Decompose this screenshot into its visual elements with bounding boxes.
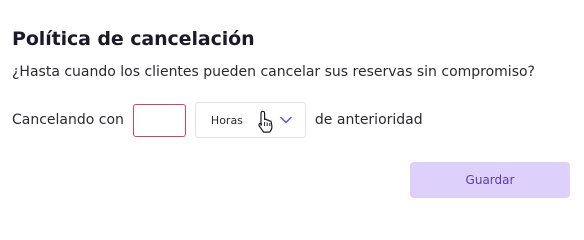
section-title: Política de cancelación — [12, 28, 255, 50]
save-button[interactable]: Guardar — [410, 162, 570, 198]
time-unit-selected-value: Horas — [210, 113, 243, 127]
cancel-prefix-label: Cancelando con — [12, 112, 124, 128]
hand-pointer-cursor-icon — [258, 110, 273, 133]
cancellation-row: Cancelando con Horas de anterioridad — [12, 102, 423, 138]
chevron-down-icon — [280, 116, 292, 124]
cancel-suffix-label: de anterioridad — [314, 112, 423, 128]
cancellation-question: ¿Hasta cuando los clientes pueden cancel… — [12, 64, 535, 80]
time-unit-select[interactable]: Horas — [194, 102, 306, 138]
advance-amount-input[interactable] — [132, 103, 186, 137]
